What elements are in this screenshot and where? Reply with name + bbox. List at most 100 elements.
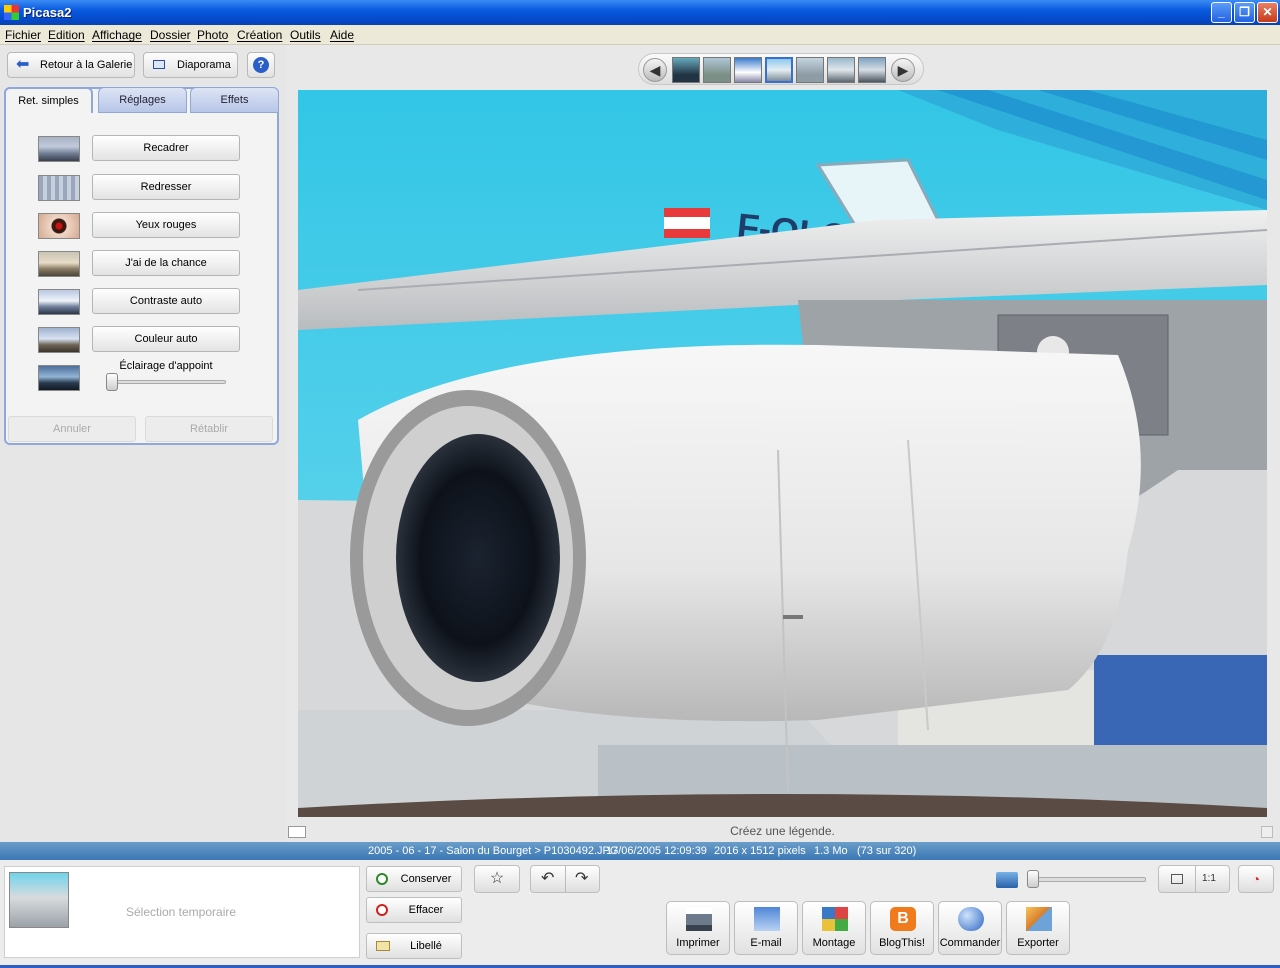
tab-tuning[interactable]: Réglages — [98, 87, 187, 113]
order-prints-button[interactable]: Commander — [938, 901, 1002, 955]
lucky-icon — [38, 251, 80, 277]
help-icon: ? — [253, 57, 269, 73]
straighten-button[interactable]: Redresser — [92, 174, 240, 200]
caption-field[interactable]: Créez une légende. — [285, 820, 1280, 842]
photo-position: (73 sur 320) — [857, 845, 917, 857]
jet-engine-photo: F-OLO — [298, 90, 1267, 817]
blogthis-button[interactable]: B BlogThis! — [870, 901, 934, 955]
menu-aide[interactable]: Aide — [330, 28, 354, 42]
editing-panel: ⬅ Retour à la Galerie Diaporama ? Ret. s… — [0, 45, 285, 842]
maximize-button[interactable]: ❐ — [1234, 2, 1255, 23]
menu-edition[interactable]: Edition — [48, 28, 85, 42]
fill-light-slider[interactable] — [110, 380, 226, 384]
keep-button[interactable]: Conserver — [366, 866, 462, 892]
undo-button[interactable]: Annuler — [8, 416, 136, 442]
auto-contrast-button[interactable]: Contraste auto — [92, 288, 240, 314]
clear-icon — [376, 904, 388, 916]
filmstrip-thumb[interactable] — [703, 57, 731, 83]
crop-icon — [38, 136, 80, 162]
bottom-panel: Sélection temporaire Conserver Effacer L… — [0, 860, 1280, 968]
zoom-slider-handle[interactable] — [1027, 870, 1039, 888]
info-bar: 2005 - 06 - 17 - Salon du Bourget > P103… — [0, 842, 1280, 860]
filmstrip: ◀ ▶ — [638, 53, 924, 85]
redo-button[interactable]: Rétablir — [145, 416, 273, 442]
fit-to-window-icon[interactable] — [1171, 874, 1183, 884]
rotate-right-icon[interactable]: ↷ — [575, 866, 588, 892]
printer-icon — [686, 907, 712, 931]
photo-file-size: 1.3 Mo — [814, 845, 848, 857]
keep-icon — [376, 873, 388, 885]
fill-light-slider-handle[interactable] — [106, 373, 118, 391]
rotate-buttons: ↶ ↷ — [530, 865, 600, 893]
photo-viewer: ◀ ▶ F-OLO — [285, 45, 1280, 842]
export-button[interactable]: Exporter — [1006, 901, 1070, 955]
clear-button[interactable]: Effacer — [366, 897, 462, 923]
order-prints-icon — [958, 907, 984, 931]
main-photo[interactable]: F-OLO — [298, 90, 1267, 817]
zoom-slider[interactable] — [1030, 877, 1146, 882]
auto-color-button[interactable]: Couleur auto — [92, 326, 240, 352]
zoom-icon — [996, 872, 1018, 888]
google-icon: ◔ — [1251, 871, 1261, 887]
blogger-icon: B — [890, 907, 916, 931]
close-button[interactable]: ✕ — [1257, 2, 1278, 23]
title-bar: Picasa2 _ ❐ ✕ — [0, 0, 1280, 25]
photo-datetime: 17/06/2005 12:09:39 — [606, 845, 707, 857]
export-icon — [1026, 907, 1052, 931]
next-photo-button[interactable]: ▶ — [891, 58, 915, 82]
minimize-button[interactable]: _ — [1211, 2, 1232, 23]
straighten-icon — [38, 175, 80, 201]
caption-resize-icon[interactable] — [1261, 826, 1273, 838]
filmstrip-thumb[interactable] — [858, 57, 886, 83]
tray-label: Sélection temporaire — [125, 905, 237, 919]
menu-outils[interactable]: Outils — [290, 28, 321, 42]
previous-photo-button[interactable]: ◀ — [643, 58, 667, 82]
label-button[interactable]: Libellé — [366, 933, 462, 959]
basic-fixes-panel: Ret. simples Réglages Effets Recadrer Re… — [4, 87, 279, 445]
red-eye-button[interactable]: Yeux rouges — [92, 212, 240, 238]
menu-dossier[interactable]: Dossier — [150, 28, 191, 42]
filmstrip-thumb[interactable] — [672, 57, 700, 83]
menu-creation[interactable]: Création — [237, 28, 282, 42]
filmstrip-thumb-selected[interactable] — [765, 57, 793, 83]
print-button[interactable]: Imprimer — [666, 901, 730, 955]
menu-fichier[interactable]: Fichier — [5, 28, 41, 42]
window-title: Picasa2 — [23, 5, 72, 20]
label-tag-icon — [376, 941, 390, 951]
filmstrip-thumb[interactable] — [827, 57, 855, 83]
auto-contrast-icon — [38, 289, 80, 315]
view-mode-buttons: 1:1 — [1158, 865, 1230, 893]
fill-light-label: Éclairage d'appoint — [119, 360, 213, 372]
rotate-left-icon[interactable]: ↶ — [541, 866, 554, 892]
tab-effects[interactable]: Effets — [190, 87, 279, 113]
crop-button[interactable]: Recadrer — [92, 135, 240, 161]
web-upload-button[interactable]: ◔ — [1238, 865, 1274, 893]
auto-color-icon — [38, 327, 80, 353]
actual-size-button[interactable]: 1:1 — [1202, 866, 1216, 892]
menu-affichage[interactable]: Affichage — [92, 28, 142, 42]
menu-photo[interactable]: Photo — [197, 28, 228, 42]
help-button[interactable]: ? — [247, 52, 275, 78]
email-button[interactable]: E-mail — [734, 901, 798, 955]
red-eye-icon — [38, 213, 80, 239]
slideshow-button[interactable]: Diaporama — [143, 52, 238, 78]
back-arrow-icon: ⬅ — [16, 56, 30, 73]
slideshow-icon — [153, 60, 165, 69]
back-to-library-button[interactable]: ⬅ Retour à la Galerie — [7, 52, 135, 78]
photo-path: 2005 - 06 - 17 - Salon du Bourget > P103… — [368, 845, 619, 857]
filmstrip-thumb[interactable] — [734, 57, 762, 83]
filmstrip-thumb[interactable] — [796, 57, 824, 83]
picasa-app-icon — [4, 5, 19, 20]
collage-icon — [822, 907, 848, 931]
star-button[interactable]: ☆ — [474, 865, 520, 893]
tab-basic-fixes[interactable]: Ret. simples — [4, 87, 93, 113]
lucky-button[interactable]: J'ai de la chance — [92, 250, 240, 276]
star-icon: ☆ — [489, 870, 505, 887]
photo-tray[interactable]: Sélection temporaire — [4, 866, 360, 958]
fill-light-icon — [38, 365, 80, 391]
tray-thumbnail[interactable] — [9, 872, 69, 928]
photo-dimensions: 2016 x 1512 pixels — [714, 845, 806, 857]
collage-button[interactable]: Montage — [802, 901, 866, 955]
email-icon — [754, 907, 780, 931]
menu-bar: Fichier Edition Affichage Dossier Photo … — [0, 25, 1280, 45]
